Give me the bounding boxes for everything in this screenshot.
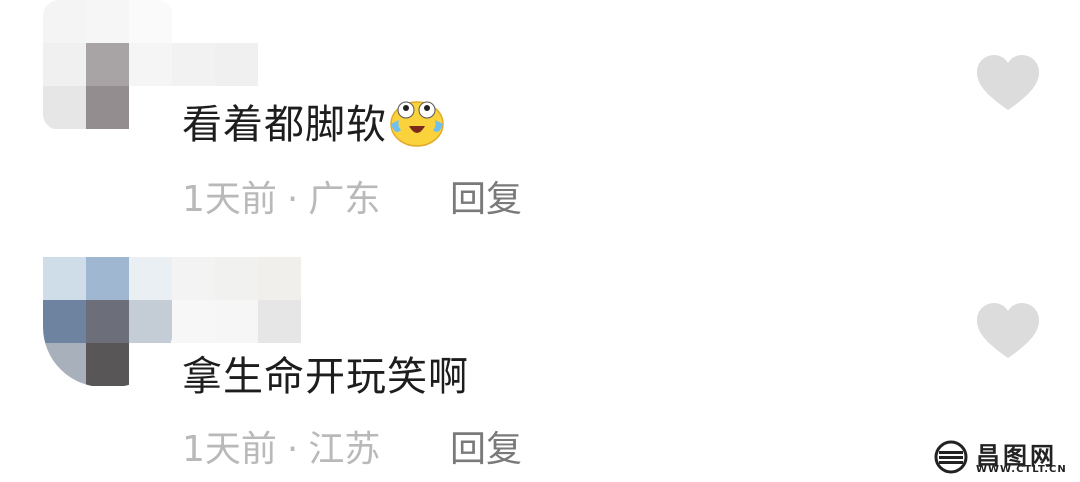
comment-meta: 1天前 · 广东 bbox=[182, 170, 380, 222]
watermark-logo-icon bbox=[934, 440, 968, 474]
comment-meta: 1天前 · 江苏 bbox=[182, 420, 380, 472]
comment-text: 看着都脚软 bbox=[182, 92, 445, 158]
username-blurred[interactable] bbox=[172, 43, 258, 86]
crying-laughing-face-emoji-icon bbox=[389, 96, 445, 158]
avatar[interactable] bbox=[43, 257, 173, 387]
comment-time: 1天前 bbox=[182, 179, 277, 220]
comment-location: 江苏 bbox=[308, 429, 381, 470]
like-heart-icon[interactable] bbox=[975, 54, 1041, 112]
comment-text-content: 看着都脚软 bbox=[182, 102, 387, 148]
comment-text: 拿生命开玩笑啊 bbox=[182, 354, 469, 400]
reply-button[interactable]: 回复 bbox=[450, 420, 522, 472]
comment-time: 1天前 bbox=[182, 429, 277, 470]
comment-item: 拿生命开玩笑啊 1天前 · 江苏 回复 bbox=[0, 222, 1080, 470]
comment-item: 看着都脚软 1天前 · 广东 回复 bbox=[0, 0, 1080, 240]
comment-location: 广东 bbox=[308, 179, 381, 220]
meta-separator: · bbox=[286, 429, 299, 470]
like-heart-icon[interactable] bbox=[975, 302, 1041, 360]
watermark-url: WWW.CTLT.CN bbox=[976, 464, 1067, 475]
username-blurred[interactable] bbox=[172, 257, 302, 300]
watermark: 昌图网 WWW.CTLT.CN bbox=[934, 440, 1074, 476]
avatar[interactable] bbox=[43, 0, 173, 130]
username-blurred-row2 bbox=[172, 300, 302, 343]
reply-button[interactable]: 回复 bbox=[450, 170, 522, 222]
meta-separator: · bbox=[286, 179, 299, 220]
